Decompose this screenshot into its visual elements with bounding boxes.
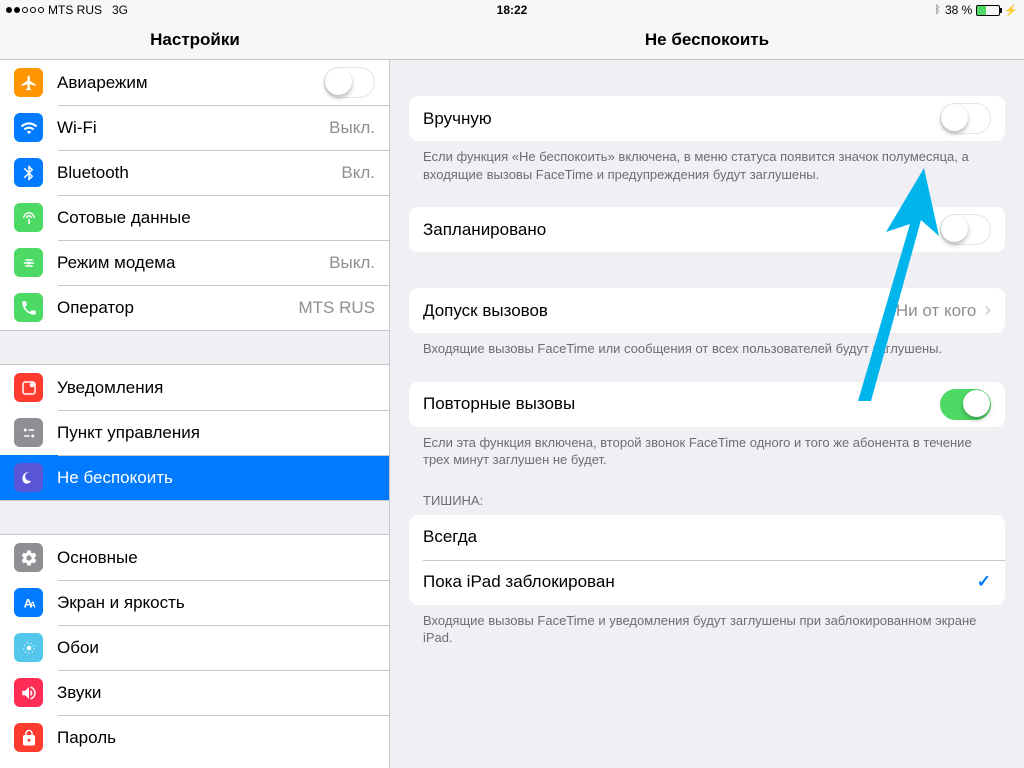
sidebar-item-label: Пароль	[57, 728, 375, 748]
notifications-icon	[14, 373, 43, 402]
sidebar-item-label: Экран и яркость	[57, 593, 375, 613]
silence-option-label: Пока iPad заблокирован	[423, 572, 977, 592]
scheduled-row[interactable]: Запланировано	[409, 207, 1005, 252]
repeat-row[interactable]: Повторные вызовы	[409, 382, 1005, 427]
sidebar-item-label: Обои	[57, 638, 375, 658]
display-icon: AA	[14, 588, 43, 617]
sidebar-item-dnd[interactable]: Не беспокоить	[0, 455, 389, 500]
status-bar: MTS RUS 3G 18:22 ᛒ 38 % ⚡	[0, 0, 1024, 20]
sidebar-item-hotspot[interactable]: Режим модемаВыкл.	[0, 240, 389, 285]
repeat-label: Повторные вызовы	[423, 394, 940, 414]
sidebar-item-wallpaper[interactable]: Обои	[0, 625, 389, 670]
sidebar-item-value: Вкл.	[341, 163, 375, 183]
sidebar-item-value: Выкл.	[329, 118, 375, 138]
manual-label: Вручную	[423, 109, 940, 129]
manual-footer: Если функция «Не беспокоить» включена, в…	[409, 141, 1005, 183]
airplane-icon	[14, 68, 43, 97]
settings-sidebar[interactable]: АвиарежимWi-FiВыкл.BluetoothВкл.Сотовые …	[0, 60, 390, 768]
silence-header: Тишина:	[409, 493, 1005, 515]
chevron-right-icon: ›	[984, 299, 991, 322]
sidebar-item-wifi[interactable]: Wi-FiВыкл.	[0, 105, 389, 150]
battery-pct-label: 38 %	[945, 3, 972, 17]
sidebar-separator	[0, 500, 389, 535]
checkmark-icon: ✓	[977, 572, 991, 592]
bluetooth-icon: ᛒ	[934, 4, 941, 16]
sidebar-separator	[0, 330, 389, 365]
sidebar-item-label: Оператор	[57, 298, 299, 318]
nav-headers: Настройки Не беспокоить	[0, 20, 1024, 60]
wallpaper-icon	[14, 633, 43, 662]
scheduled-label: Запланировано	[423, 220, 940, 240]
bluetooth-icon	[14, 158, 43, 187]
sidebar-item-label: Режим модема	[57, 253, 329, 273]
sidebar-item-display[interactable]: AA Экран и яркость	[0, 580, 389, 625]
sidebar-item-label: Пункт управления	[57, 423, 375, 443]
sidebar-item-notifications[interactable]: Уведомления	[0, 365, 389, 410]
battery-icon	[976, 5, 1000, 16]
sidebar-item-carrier[interactable]: ОператорMTS RUS	[0, 285, 389, 330]
sidebar-item-general[interactable]: Основные	[0, 535, 389, 580]
general-icon	[14, 543, 43, 572]
allow-calls-label: Допуск вызовов	[423, 301, 896, 321]
allow-calls-footer: Входящие вызовы FaceTime или сообщения о…	[409, 333, 1005, 358]
charging-icon: ⚡	[1004, 4, 1018, 17]
passcode-icon	[14, 723, 43, 752]
allow-calls-value: Ни от кого	[896, 301, 976, 321]
dnd-icon	[14, 463, 43, 492]
signal-icon	[6, 7, 44, 13]
sidebar-item-passcode[interactable]: Пароль	[0, 715, 389, 760]
silence-option-row[interactable]: Пока iPad заблокирован✓	[409, 560, 1005, 605]
allow-calls-row[interactable]: Допуск вызовов Ни от кого ›	[409, 288, 1005, 333]
repeat-toggle[interactable]	[940, 389, 991, 420]
sidebar-item-label: Wi-Fi	[57, 118, 329, 138]
manual-toggle[interactable]	[940, 103, 991, 134]
airplane-toggle[interactable]	[324, 67, 375, 98]
sidebar-item-label: Bluetooth	[57, 163, 341, 183]
sidebar-item-cellular[interactable]: Сотовые данные	[0, 195, 389, 240]
scheduled-toggle[interactable]	[940, 214, 991, 245]
sidebar-item-bluetooth[interactable]: BluetoothВкл.	[0, 150, 389, 195]
annotation-arrow-icon	[838, 166, 948, 406]
sounds-icon	[14, 678, 43, 707]
sidebar-item-label: Сотовые данные	[57, 208, 375, 228]
sidebar-item-label: Авиарежим	[57, 73, 324, 93]
repeat-footer: Если эта функция включена, второй звонок…	[409, 427, 1005, 469]
wifi-icon	[14, 113, 43, 142]
sidebar-item-value: Выкл.	[329, 253, 375, 273]
sidebar-title: Настройки	[0, 20, 390, 59]
sidebar-item-label: Основные	[57, 548, 375, 568]
manual-row[interactable]: Вручную	[409, 96, 1005, 141]
sidebar-item-sounds[interactable]: Звуки	[0, 670, 389, 715]
sidebar-item-airplane[interactable]: Авиарежим	[0, 60, 389, 105]
controlcenter-icon	[14, 418, 43, 447]
svg-text:A: A	[29, 600, 35, 609]
sidebar-item-controlcenter[interactable]: Пункт управления	[0, 410, 389, 455]
sidebar-item-label: Звуки	[57, 683, 375, 703]
silence-option-label: Всегда	[423, 527, 991, 547]
silence-footer: Входящие вызовы FaceTime и уведомления б…	[409, 605, 1005, 647]
sidebar-item-label: Не беспокоить	[57, 468, 375, 488]
detail-title: Не беспокоить	[390, 20, 1024, 59]
sidebar-item-label: Уведомления	[57, 378, 375, 398]
network-type-label: 3G	[112, 3, 128, 17]
silence-option-row[interactable]: Всегда	[409, 515, 1005, 560]
sidebar-item-value: MTS RUS	[299, 298, 376, 318]
hotspot-icon	[14, 248, 43, 277]
clock-label: 18:22	[497, 3, 528, 17]
carrier-label: MTS RUS	[48, 3, 102, 17]
detail-pane[interactable]: Вручную Если функция «Не беспокоить» вкл…	[390, 60, 1024, 768]
carrier-icon	[14, 293, 43, 322]
cellular-icon	[14, 203, 43, 232]
